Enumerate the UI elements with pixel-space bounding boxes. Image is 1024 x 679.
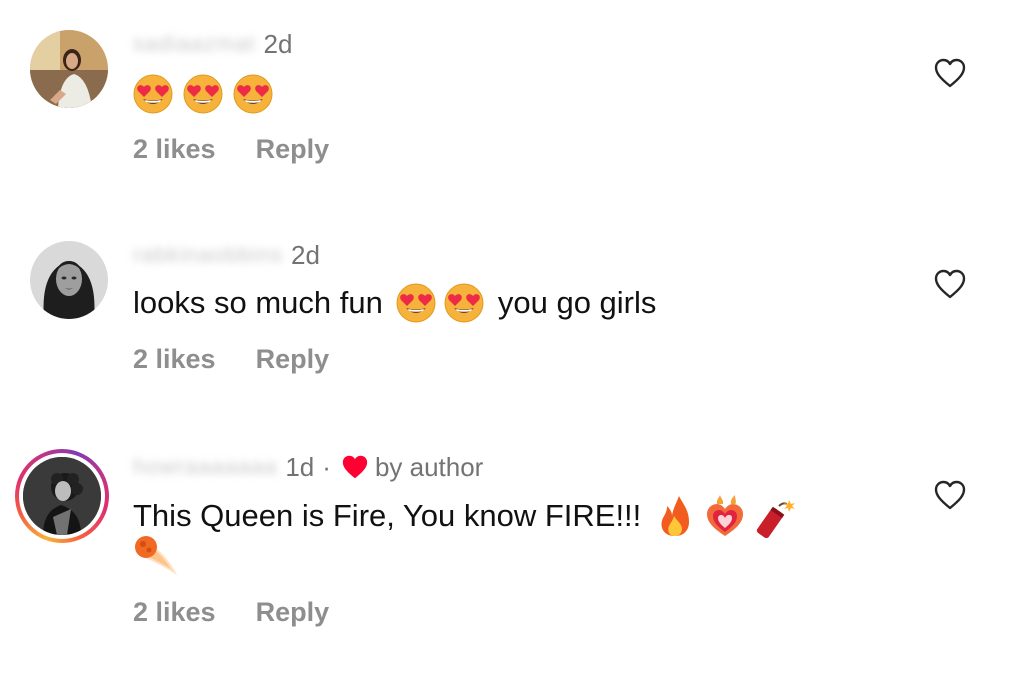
heart-eyes-emoji <box>133 74 173 114</box>
reply-button[interactable]: Reply <box>256 344 330 375</box>
heart-eyes-emoji <box>444 283 484 323</box>
likes-count[interactable]: 2 likes <box>133 344 216 375</box>
comet-emoji <box>135 536 177 575</box>
author-badge: by author <box>374 451 484 482</box>
comment-text-body: This Queen is Fire, You know FIRE!!! <box>133 498 642 533</box>
comment-meta: sadiaazmat 2d <box>133 26 292 62</box>
heart-outline-icon[interactable] <box>934 480 966 510</box>
username[interactable]: sadiaazmat <box>133 31 256 57</box>
comment-actions: 2 likes Reply <box>133 344 329 375</box>
comment-text-end: you go girls <box>497 285 657 320</box>
comment-meta: rabkinaobbins 2d <box>133 237 320 273</box>
comment-text-start: looks so much fun <box>133 285 383 320</box>
heart-eyes-emoji <box>183 74 223 114</box>
reply-button[interactable]: Reply <box>256 597 330 628</box>
username[interactable]: rabkinaobbins <box>133 242 283 268</box>
heart-outline-icon[interactable] <box>934 269 966 299</box>
timestamp: 2d <box>290 239 320 270</box>
comment-meta: howraaaaaaa 1d · by author <box>133 449 483 485</box>
comment-actions: 2 likes Reply <box>133 134 329 165</box>
likes-count[interactable]: 2 likes <box>133 597 216 628</box>
firecracker-emoji <box>757 500 796 538</box>
reply-button[interactable]: Reply <box>256 134 330 165</box>
avatar[interactable] <box>30 30 108 108</box>
heart-eyes-emoji <box>233 74 273 114</box>
avatar <box>23 457 101 535</box>
heart-on-fire-emoji <box>707 495 744 536</box>
comment-text <box>133 74 273 114</box>
avatar[interactable] <box>30 241 108 319</box>
red-heart-icon <box>342 455 368 479</box>
comment-actions: 2 likes Reply <box>133 597 329 628</box>
timestamp: 2d <box>263 28 293 59</box>
heart-outline-icon[interactable] <box>934 58 966 88</box>
story-ring-avatar[interactable] <box>15 449 109 543</box>
comment-text: This Queen is Fire, You know FIRE!!! <box>133 494 797 538</box>
separator-dot: · <box>322 451 331 482</box>
comment-text: looks so much fun you go girls <box>133 282 656 324</box>
comment-text-second-line <box>133 533 179 577</box>
timestamp: 1d <box>285 451 315 482</box>
heart-eyes-emoji <box>396 283 436 323</box>
username[interactable]: howraaaaaaa <box>133 454 277 480</box>
fire-emoji <box>661 496 690 536</box>
likes-count[interactable]: 2 likes <box>133 134 216 165</box>
